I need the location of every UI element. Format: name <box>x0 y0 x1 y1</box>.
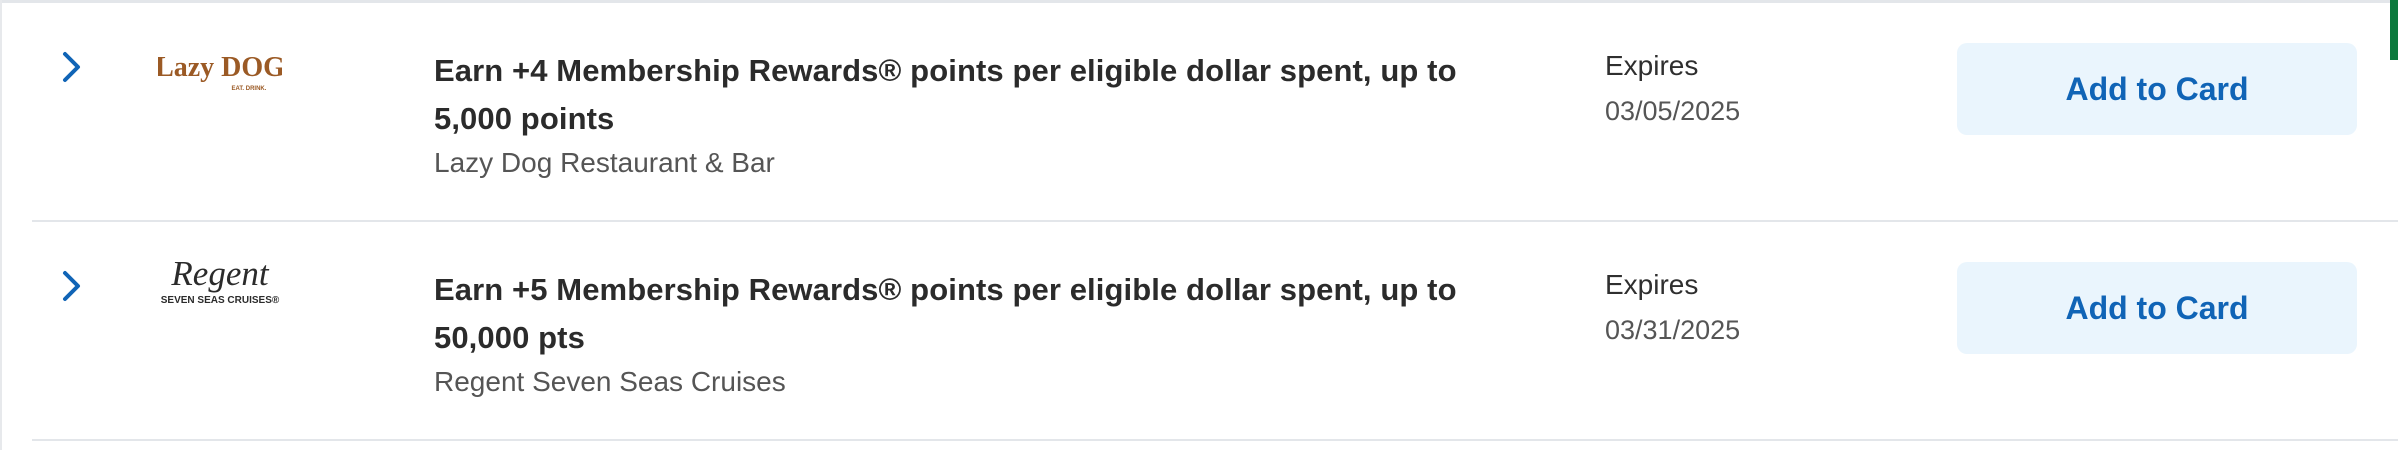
regent-logo-tagline: SEVEN SEAS CRUISES® <box>161 295 280 306</box>
expiry-date: 03/31/2025 <box>1605 315 1741 345</box>
offer-row-lazy-dog[interactable]: Lazy DOG EAT. DRINK. Earn +4 Membership … <box>32 3 2398 222</box>
offer-content: Earn +5 Membership Rewards® points per e… <box>434 266 1514 399</box>
add-to-card-button[interactable]: Add to Card <box>1957 262 2357 354</box>
regent-logo-wordmark: Regent <box>170 254 269 293</box>
chevron-right-icon[interactable] <box>58 47 86 87</box>
add-to-card-button[interactable]: Add to Card <box>1957 43 2357 135</box>
offer-content: Earn +4 Membership Rewards® points per e… <box>434 47 1514 180</box>
regent-logo: Regent SEVEN SEAS CRUISES® <box>150 250 290 320</box>
lazy-dog-logo: Lazy DOG EAT. DRINK. <box>150 38 290 108</box>
merchant-name: Lazy Dog Restaurant & Bar <box>434 147 775 178</box>
chevron-right-icon[interactable] <box>58 266 86 306</box>
offers-panel: Lazy DOG EAT. DRINK. Earn +4 Membership … <box>0 0 2398 450</box>
merchant-name: Regent Seven Seas Cruises <box>434 366 786 397</box>
offer-row-regent-seven-seas[interactable]: Regent SEVEN SEAS CRUISES® Earn +5 Membe… <box>32 222 2398 441</box>
expiry-info: Expires 03/05/2025 <box>1605 48 1845 128</box>
expires-label: Expires <box>1605 50 1699 81</box>
expiry-date: 03/05/2025 <box>1605 96 1741 126</box>
offer-list: Lazy DOG EAT. DRINK. Earn +4 Membership … <box>0 3 2398 441</box>
expiry-info: Expires 03/31/2025 <box>1605 267 1845 347</box>
offer-title: Earn +4 Membership Rewards® points per e… <box>434 53 1457 136</box>
offer-title: Earn +5 Membership Rewards® points per e… <box>434 272 1457 355</box>
expires-label: Expires <box>1605 269 1699 300</box>
lazy-dog-logo-tagline: EAT. DRINK. <box>232 86 267 92</box>
lazy-dog-logo-wordmark: Lazy DOG <box>158 52 282 83</box>
